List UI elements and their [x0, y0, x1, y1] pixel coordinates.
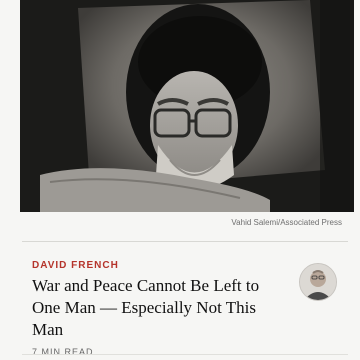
- avatar-image: [300, 264, 336, 300]
- article-headline[interactable]: War and Peace Cannot Be Left to One Man …: [32, 275, 272, 341]
- author-avatar[interactable]: [299, 263, 337, 301]
- card-bottom-border: [22, 354, 348, 355]
- portrait-image: [20, 0, 354, 212]
- photo-credit: Vahid Salemi/Associated Press: [231, 218, 342, 227]
- article-card[interactable]: Vahid Salemi/Associated Press DAVID FREN…: [0, 0, 360, 360]
- read-time: 7 MIN READ: [32, 347, 94, 357]
- lead-photo[interactable]: [20, 0, 354, 212]
- section-divider: [22, 241, 348, 242]
